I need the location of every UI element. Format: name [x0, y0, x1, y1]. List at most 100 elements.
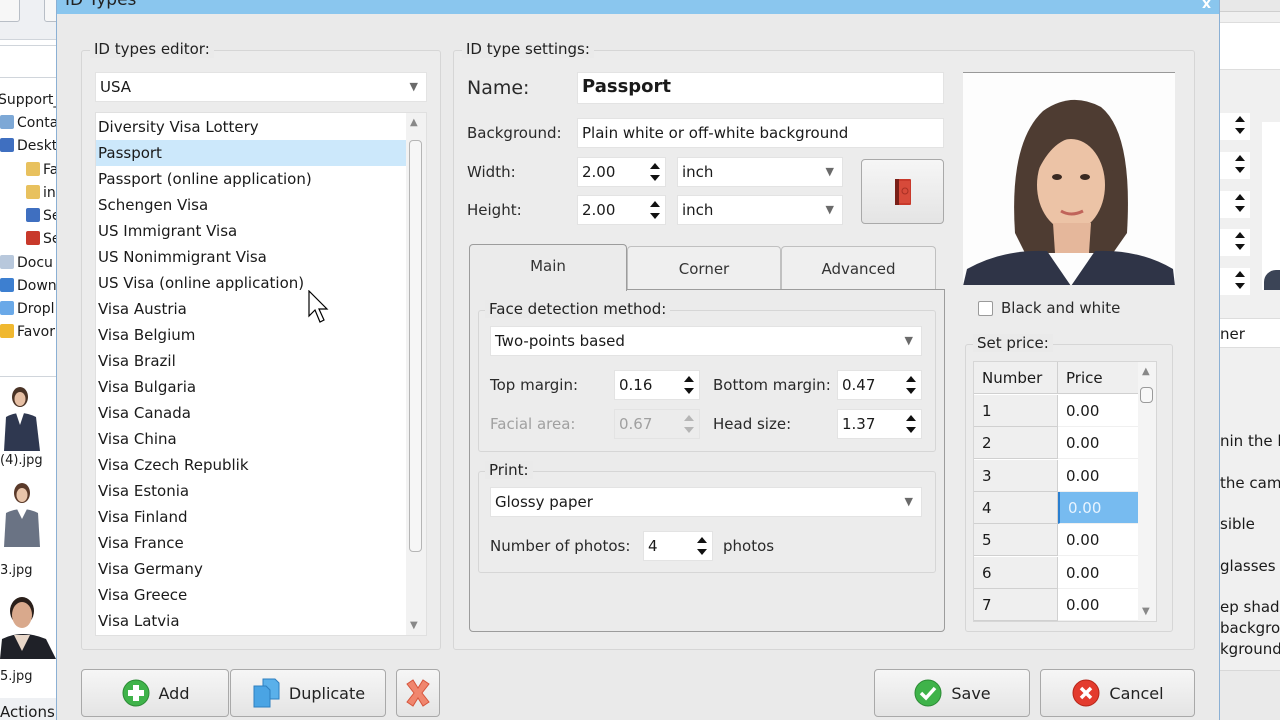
tab-main[interactable]: Main	[469, 244, 627, 291]
country-select[interactable]: USA ▼	[95, 72, 427, 102]
column-header-price[interactable]: Price	[1058, 362, 1140, 394]
explorer-actions-bar[interactable]: Actions	[0, 698, 57, 720]
explorer-tree-item[interactable]: Deskt	[0, 135, 57, 157]
id-type-list-item[interactable]: Visa Finland	[96, 504, 408, 530]
explorer-tree-item[interactable]: Docu	[0, 252, 53, 274]
price-cell[interactable]: 0.00	[1058, 556, 1140, 589]
price-cell[interactable]: 0.00	[1058, 588, 1140, 621]
explorer-tree-item[interactable]: Dropl	[0, 298, 55, 320]
id-type-list-item[interactable]: Visa Austria	[96, 296, 408, 322]
bottom-margin-spinbox[interactable]: 0.47	[837, 370, 922, 400]
list-scrollbar[interactable]: ▲ ▼	[406, 113, 426, 635]
duplicate-button[interactable]: Duplicate	[230, 669, 386, 717]
id-type-list-item[interactable]: Diversity Visa Lottery	[96, 114, 408, 140]
spin-arrows-icon[interactable]	[905, 375, 917, 397]
id-type-list-item[interactable]: Visa Estonia	[96, 478, 408, 504]
explorer-tree-item[interactable]: Support_	[0, 89, 57, 111]
id-type-list-item[interactable]: Passport	[96, 140, 408, 166]
name-field[interactable]: Passport	[577, 72, 944, 104]
spin-arrows-icon[interactable]	[649, 200, 661, 222]
id-type-list-item[interactable]: Visa Bulgaria	[96, 374, 408, 400]
id-type-list-item[interactable]: Visa Czech Republik	[96, 452, 408, 478]
explorer-address-bar[interactable]	[0, 45, 57, 78]
explorer-tree-item[interactable]: Favor	[0, 321, 55, 343]
price-cell[interactable]: 0.00	[1058, 524, 1140, 557]
spin-arrows-icon[interactable]	[683, 375, 695, 397]
background-spinbox[interactable]	[1220, 268, 1250, 295]
price-table-row[interactable]: 2 0.00	[974, 427, 1140, 460]
price-table-row[interactable]: 6 0.00	[974, 556, 1140, 589]
id-type-list-item[interactable]: Visa Latvia	[96, 608, 408, 634]
price-table-row[interactable]: 3 0.00	[974, 459, 1140, 492]
scroll-down-icon[interactable]: ▼	[1142, 606, 1150, 617]
explorer-tree-item[interactable]: Down	[0, 275, 57, 297]
id-type-book-button[interactable]	[861, 159, 944, 224]
tab-advanced[interactable]: Advanced	[781, 246, 936, 291]
scroll-up-icon[interactable]: ▲	[1142, 366, 1150, 377]
thumbnail-image[interactable]	[0, 381, 42, 451]
delete-button[interactable]	[396, 669, 440, 717]
id-type-list-item[interactable]: Visa Greece	[96, 582, 408, 608]
price-cell[interactable]: 0.00	[1058, 395, 1140, 427]
explorer-tree-item[interactable]: Se	[26, 205, 57, 227]
spin-arrows-icon[interactable]	[905, 414, 917, 436]
background-spinbox[interactable]	[1220, 152, 1250, 179]
id-type-list-item[interactable]: US Nonimmigrant Visa	[96, 244, 408, 270]
thumbnail-image[interactable]	[0, 477, 42, 547]
top-margin-spinbox[interactable]: 0.16	[614, 370, 700, 400]
spin-arrows-icon[interactable]	[649, 162, 661, 184]
price-table-row[interactable]: 1 0.00	[974, 395, 1140, 427]
column-header-number[interactable]: Number	[974, 362, 1058, 394]
background-spinbox[interactable]	[1220, 191, 1250, 218]
height-unit-select[interactable]: inch ▼	[677, 195, 843, 225]
id-type-list-item[interactable]: US Immigrant Visa	[96, 218, 408, 244]
thumbnail-image[interactable]	[0, 589, 56, 659]
cancel-button[interactable]: Cancel	[1040, 669, 1195, 717]
dialog-titlebar[interactable]: ID Types x	[57, 0, 1219, 14]
price-table-row[interactable]: 4 0.00	[974, 491, 1140, 524]
id-type-list-item[interactable]: Passport (online application)	[96, 166, 408, 192]
explorer-tree-item[interactable]: Conta	[0, 112, 57, 134]
id-type-list-item[interactable]: Visa Brazil	[96, 348, 408, 374]
width-spinbox[interactable]: 2.00	[577, 157, 666, 187]
price-table[interactable]: Number Price 1 0.00 2 0.00 3 0.00 4 0.00 5 0.00 6 0…	[973, 361, 1157, 622]
price-cell[interactable]: 0.00	[1058, 459, 1140, 492]
scroll-up-icon[interactable]: ▲	[410, 117, 418, 128]
explorer-tree-item[interactable]: in	[26, 182, 56, 204]
background-spinbox[interactable]	[1220, 229, 1250, 256]
id-type-list-item[interactable]: Schengen Visa	[96, 192, 408, 218]
head-size-spinbox[interactable]: 1.37	[837, 409, 922, 439]
save-button[interactable]: Save	[874, 669, 1030, 717]
black-and-white-checkbox[interactable]	[978, 301, 993, 316]
explorer-tree-item[interactable]: Fa	[26, 159, 57, 181]
scroll-down-icon[interactable]: ▼	[410, 620, 418, 631]
background-field[interactable]: Plain white or off-white background	[577, 118, 944, 148]
background-text-input[interactable]: ner	[1220, 318, 1280, 348]
width-unit-select[interactable]: inch ▼	[677, 157, 843, 187]
paper-type-select[interactable]: Glossy paper ▼	[490, 487, 922, 517]
id-type-list-item[interactable]: Visa Canada	[96, 400, 408, 426]
add-button[interactable]: Add	[81, 669, 229, 717]
id-type-list-item[interactable]: Visa Belgium	[96, 322, 408, 348]
height-spinbox[interactable]: 2.00	[577, 195, 666, 225]
price-table-scrollbar[interactable]: ▲ ▼	[1138, 362, 1156, 621]
id-types-list[interactable]: Diversity Visa Lottery Passport Passport (…	[95, 112, 427, 636]
number-of-photos-spinbox[interactable]: 4	[643, 531, 713, 561]
id-type-list-item[interactable]: Visa Germany	[96, 556, 408, 582]
spin-arrows-icon[interactable]	[696, 536, 708, 558]
tab-corner[interactable]: Corner	[627, 246, 781, 291]
id-type-list-item[interactable]: Visa China	[96, 426, 408, 452]
id-type-list-item[interactable]: US Visa (online application)	[96, 270, 408, 296]
scrollbar-thumb[interactable]	[1140, 387, 1153, 403]
explorer-back-button[interactable]	[0, 0, 20, 22]
id-type-list-item[interactable]: Visa France	[96, 530, 408, 556]
face-detection-method-select[interactable]: Two-points based ▼	[490, 326, 922, 356]
background-spinbox[interactable]	[1220, 113, 1250, 140]
explorer-tree-item[interactable]: Se	[26, 228, 57, 250]
price-cell[interactable]: 0.00	[1058, 427, 1140, 460]
close-icon[interactable]: x	[1202, 0, 1211, 12]
price-table-row[interactable]: 7 0.00	[974, 588, 1140, 621]
price-cell[interactable]: 0.00	[1058, 491, 1140, 524]
price-table-row[interactable]: 5 0.00	[974, 524, 1140, 557]
scrollbar-thumb[interactable]	[409, 140, 422, 552]
